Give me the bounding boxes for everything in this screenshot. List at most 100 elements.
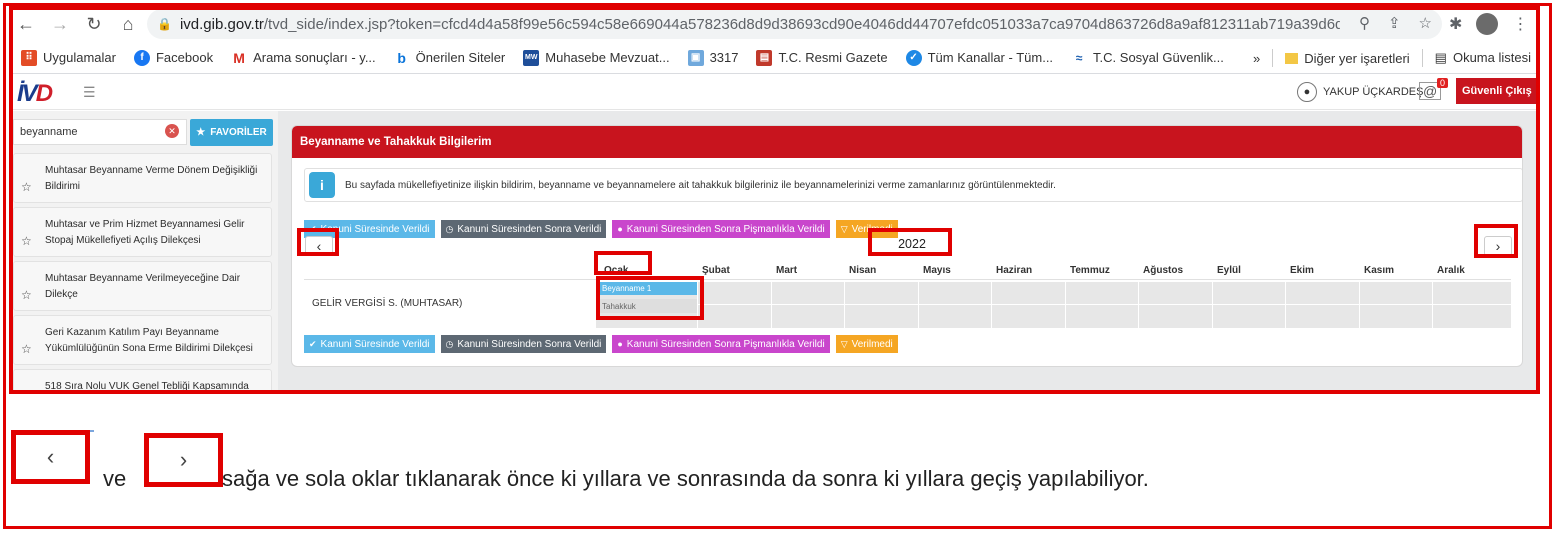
bookmark-kanallar[interactable]: ✓ Tüm Kanallar - Tüm... — [905, 49, 1053, 66]
bookmark-gmail[interactable]: M Arama sonuçları - y... — [231, 49, 375, 66]
month-cells: Beyanname 1 Tahakkuk — [596, 282, 1511, 328]
folder-icon — [1285, 52, 1299, 64]
month-label: Eylül — [1217, 265, 1241, 276]
info-icon: i — [309, 172, 335, 198]
page-icon: ▣ — [687, 49, 704, 66]
thumbs-down-icon: ▽ — [840, 338, 848, 349]
month-label: Mart — [776, 265, 798, 276]
apps-grid-icon: ⠿ — [21, 49, 37, 66]
bookmark-bing[interactable]: b Önerilen Siteler — [394, 49, 505, 66]
month-label: Şubat — [702, 265, 730, 276]
thumbs-down-icon: ▽ — [840, 223, 848, 234]
favorites-button[interactable]: ★ FAVORİLER — [190, 119, 273, 146]
prev-year-button[interactable]: ‹ — [305, 236, 333, 256]
reading-list-icon: ▤ — [1434, 50, 1447, 65]
other-bookmarks[interactable]: Diğer yer işaretleri — [1285, 51, 1410, 66]
sidebar-item[interactable]: ☆ Muhtasar Beyanname Verilmeyeceğine Dair… — [13, 261, 272, 311]
next-year-button[interactable]: › — [1484, 236, 1512, 256]
year-label: 2022 — [898, 237, 926, 251]
month-label: Kasım — [1364, 265, 1395, 276]
clock-icon: ◷ — [445, 223, 454, 234]
bookmark-star-icon[interactable]: ☆ — [1419, 14, 1432, 32]
browser-screenshot: ← → ↻ ⌂ 🔒 ivd.gib.gov.tr/tvd_side/index.… — [9, 6, 1539, 394]
share-icon[interactable]: ⇪ — [1388, 14, 1401, 32]
clock-icon: ◷ — [445, 338, 454, 349]
tahakkuk-link[interactable]: Tahakkuk — [596, 299, 697, 313]
bookmark-3317[interactable]: ▣ 3317 — [687, 49, 738, 66]
star-icon: ★ — [196, 127, 206, 138]
sidebar-item[interactable]: ☆ Muhtasar ve Prim Hizmet Beyannamesi Gel… — [13, 207, 272, 257]
star-outline-icon[interactable]: ☆ — [21, 234, 32, 248]
bookmark-resmi-gazete[interactable]: ▤ T.C. Resmi Gazete — [756, 49, 888, 66]
month-label: Nisan — [849, 265, 877, 276]
sidebar-item[interactable]: ☆ Geri Kazanım Katılım Payı Beyanname Yük… — [13, 315, 272, 365]
caption-and-word: ve — [103, 466, 127, 491]
legend-late: ◷ Kanuni Süresinden Sonra Verildi — [440, 335, 607, 353]
info-box: i Bu sayfada mükellefiyetinize ilişkin b… — [304, 168, 1522, 202]
info-text: Bu sayfada mükellefiyetinize ilişkin bil… — [345, 179, 1056, 191]
divider — [1272, 49, 1274, 67]
panel-title: Beyanname ve Tahakkuk Bilgilerim — [292, 126, 1522, 158]
legend-late-repentance: ● Kanuni Süresinden Sonra Pişmanlıkla Ver… — [612, 335, 830, 353]
mail-count-badge: 0 — [1437, 78, 1449, 88]
row-label: GELİR VERGİSİ S. (MUHTASAR) — [312, 298, 463, 309]
alert-icon: ● — [617, 224, 623, 234]
gmail-icon: M — [233, 49, 245, 66]
channels-icon: ✓ — [905, 49, 922, 66]
zoom-icon[interactable]: ⚲ — [1359, 14, 1370, 32]
month-label: Ağustos — [1143, 265, 1183, 276]
search-input[interactable]: beyanname — [13, 119, 187, 145]
sidebar: beyanname ✕ ★ FAVORİLER ☆ Muhtasar Beyanna… — [9, 111, 278, 394]
month-label: Temmuz — [1070, 265, 1110, 276]
bookmark-apps[interactable]: ⠿ Uygulamalar — [21, 49, 116, 66]
month-label: Aralık — [1437, 265, 1465, 276]
reading-list[interactable]: ▤ Okuma listesi — [1435, 50, 1531, 66]
reload-icon[interactable]: ↻ — [77, 14, 111, 35]
facebook-icon: f — [133, 49, 150, 66]
caption-text: sağa ve sola oklar tıklanarak önce ki yı… — [222, 466, 1149, 491]
star-outline-icon[interactable]: ☆ — [21, 288, 32, 302]
table-row: GELİR VERGİSİ S. (MUHTASAR) Beyanname 1 … — [304, 282, 1511, 328]
bookmark-sgk[interactable]: ≈ T.C. Sosyal Güvenlik... — [1071, 50, 1224, 66]
legend-on-time: ✔ Kanuni Süresinde Verildi — [304, 335, 435, 353]
sidebar-item[interactable]: ☆ Muhtasar Beyanname Verme Dönem Değişikl… — [13, 153, 272, 203]
check-icon: ✔ — [309, 223, 317, 234]
newspaper-icon: ▤ — [756, 49, 773, 66]
bing-icon: b — [397, 49, 406, 66]
bookmarks-overflow[interactable]: » — [1253, 51, 1260, 66]
more-menu-icon[interactable]: ⋮ — [1512, 14, 1528, 34]
app-header: İVD ☰ ● YAKUP ÜÇKARDEŞ @ 0 Güvenli Çıkış — [9, 74, 1539, 110]
mw-icon: MW — [523, 49, 540, 66]
months-header: Ocak Şubat Mart Nisan Mayıs Haziran Temm… — [304, 262, 1511, 280]
month-label: Haziran — [996, 265, 1033, 276]
annotated-screenshot: ← → ↻ ⌂ 🔒 ivd.gib.gov.tr/tvd_side/index.… — [0, 0, 1556, 533]
bookmarks-bar: ⠿ Uygulamalar f Facebook M Arama sonuçları … — [9, 42, 1539, 74]
bookmark-facebook[interactable]: f Facebook — [133, 49, 213, 66]
check-icon: ✔ — [309, 338, 317, 349]
forward-arrow-icon[interactable]: → — [43, 14, 77, 35]
sidebar-item[interactable]: ☆518 Sıra Nolu VUK Genel Tebliği Kapsamı… — [13, 369, 272, 394]
alert-icon: ● — [617, 339, 623, 349]
back-arrow-icon[interactable]: ← — [9, 14, 43, 35]
prev-arrow-example: ‹ — [11, 430, 90, 484]
next-arrow-example: › — [144, 433, 223, 487]
menu-list-icon[interactable]: ☰ — [83, 84, 96, 101]
bookmark-muhasebe[interactable]: MW Muhasebe Mevzuat... — [523, 49, 670, 66]
month-label: Ocak — [604, 265, 629, 276]
status-legend-top: ✔ Kanuni Süresinde Verildi ◷ Kanuni Süresi… — [304, 220, 898, 238]
star-outline-icon[interactable]: ☆ — [21, 342, 32, 356]
user-info[interactable]: ● YAKUP ÜÇKARDEŞ — [1297, 82, 1423, 102]
profile-avatar[interactable] — [1476, 13, 1499, 35]
ivd-logo[interactable]: İVD — [17, 80, 53, 108]
star-outline-icon[interactable]: ☆ — [21, 180, 32, 194]
divider — [1421, 49, 1423, 67]
lock-icon: 🔒 — [157, 17, 172, 31]
clear-search-icon[interactable]: ✕ — [165, 124, 179, 138]
url-field[interactable]: 🔒 ivd.gib.gov.tr/tvd_side/index.jsp?toke… — [147, 9, 1442, 39]
home-icon[interactable]: ⌂ — [111, 14, 145, 35]
legend-late-repentance: ● Kanuni Süresinden Sonra Pişmanlıkla Ver… — [612, 220, 830, 238]
logout-button[interactable]: Güvenli Çıkış — [1456, 78, 1538, 104]
beyanname-1-link[interactable]: Beyanname 1 — [596, 282, 697, 295]
url-text: ivd.gib.gov.tr/tvd_side/index.jsp?token=… — [179, 15, 1340, 33]
extensions-icon[interactable]: ✱ — [1449, 14, 1462, 34]
